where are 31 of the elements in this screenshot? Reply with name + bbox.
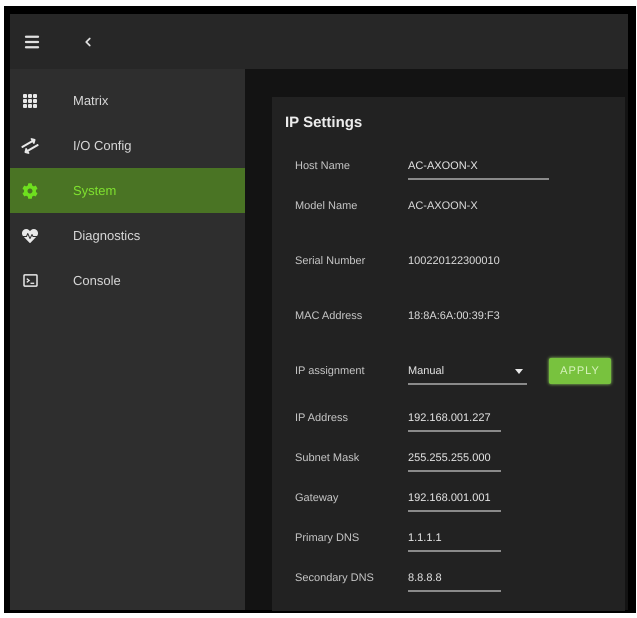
grid-icon [22,92,38,108]
field-label: MAC Address [295,309,364,323]
field-label: IP assignment [295,364,366,378]
sidebar-item[interactable]: Console [10,258,245,303]
field-value: 100220122300010 [408,254,500,268]
field-label: Subnet Mask [295,451,360,465]
card-title: IP Settings [285,114,362,132]
field-label: Model Name [295,199,358,213]
field-value: AC-AXOON-X [408,199,478,213]
gear-icon [22,182,38,198]
field-value: 18:8A:6A:00:39:F3 [408,309,500,323]
text-field[interactable]: 8.8.8.8 [408,571,501,592]
sidebar-item[interactable]: Diagnostics [10,213,245,258]
field-label: Secondary DNS [295,571,375,585]
field-label: Primary DNS [295,531,360,545]
text-field[interactable]: 192.168.001.001 [408,491,501,512]
dropdown-field[interactable]: Manual [408,364,527,385]
menu-icon [23,32,41,50]
text-field[interactable]: 1.1.1.1 [408,531,501,552]
terminal-icon [22,274,38,287]
text-field[interactable]: 255.255.255.000 [408,451,501,472]
field-label: IP Address [295,411,349,425]
text-field[interactable]: AC-AXOON-X [408,159,549,180]
heart-pulse-icon [22,228,38,244]
field-label: Gateway [295,491,340,505]
text-field[interactable]: 192.168.001.227 [408,411,501,432]
field-label: Host Name [295,159,352,173]
sidebar-item[interactable]: I/O Config [10,123,245,168]
field-label: Serial Number [295,254,366,268]
sidebar-item[interactable]: Matrix [10,78,245,123]
caret-icon [515,368,523,374]
